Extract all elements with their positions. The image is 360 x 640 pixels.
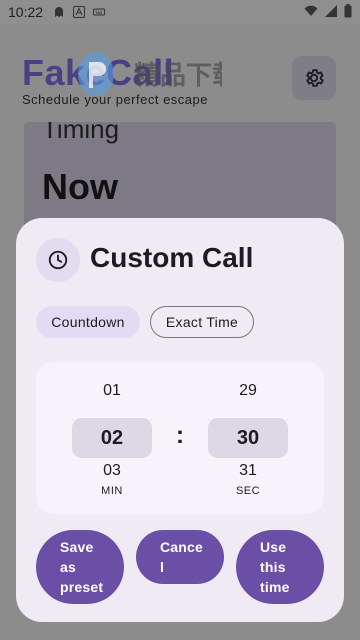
save-as-preset-button[interactable]: Save as preset	[36, 530, 124, 604]
minutes-prev[interactable]: 01	[72, 382, 152, 400]
minutes-unit-label: MIN	[101, 485, 123, 497]
timing-label: Timing	[42, 122, 120, 144]
status-bar: 10:22	[0, 0, 360, 24]
save-button-line: Save	[60, 539, 94, 555]
font-a-icon	[73, 6, 86, 18]
svg-text:精品下载: 精品下载	[134, 61, 222, 91]
seconds-next[interactable]: 31	[208, 462, 288, 480]
use-button-line: time	[260, 579, 290, 595]
cancel-button[interactable]: Cance l	[136, 530, 224, 584]
clock-icon	[48, 250, 68, 270]
save-button-line: as	[60, 559, 76, 575]
use-button-line: this	[260, 559, 286, 575]
app-tagline: Schedule your perfect escape	[22, 92, 208, 107]
cancel-button-line: l	[160, 559, 165, 575]
timing-value: Now	[42, 166, 118, 207]
seconds-selected[interactable]: 30	[208, 418, 288, 458]
dialog-title: Custom Call	[90, 242, 254, 273]
ghost-icon	[55, 7, 64, 17]
use-button-line: Use	[260, 539, 287, 555]
tab-exact-time[interactable]: Exact Time	[150, 306, 254, 338]
keyboard-icon	[93, 8, 106, 16]
minutes-next[interactable]: 03	[72, 462, 152, 480]
status-time: 10:22	[8, 4, 44, 20]
battery-icon	[344, 4, 352, 18]
wifi-icon	[304, 5, 318, 16]
time-picker: 01 02 03 MIN : 29 30 31 SEC	[36, 362, 324, 514]
use-this-time-button[interactable]: Use this time	[236, 530, 324, 604]
settings-button[interactable]	[292, 56, 336, 100]
gear-icon	[306, 69, 324, 87]
cancel-button-line: Cance	[160, 539, 204, 555]
tab-countdown[interactable]: Countdown	[36, 306, 140, 338]
save-button-line: preset	[60, 579, 104, 595]
seconds-prev[interactable]: 29	[208, 382, 288, 400]
signal-icon	[325, 5, 337, 17]
seconds-unit-label: SEC	[235, 485, 261, 497]
dialog-icon-container	[36, 238, 80, 282]
minutes-selected[interactable]: 02	[72, 418, 152, 458]
status-notification-icons	[53, 6, 106, 18]
time-separator: :	[176, 422, 184, 449]
status-system-icons	[304, 4, 352, 18]
custom-call-dialog: Custom Call Countdown Exact Time 01 02 0…	[16, 218, 344, 622]
